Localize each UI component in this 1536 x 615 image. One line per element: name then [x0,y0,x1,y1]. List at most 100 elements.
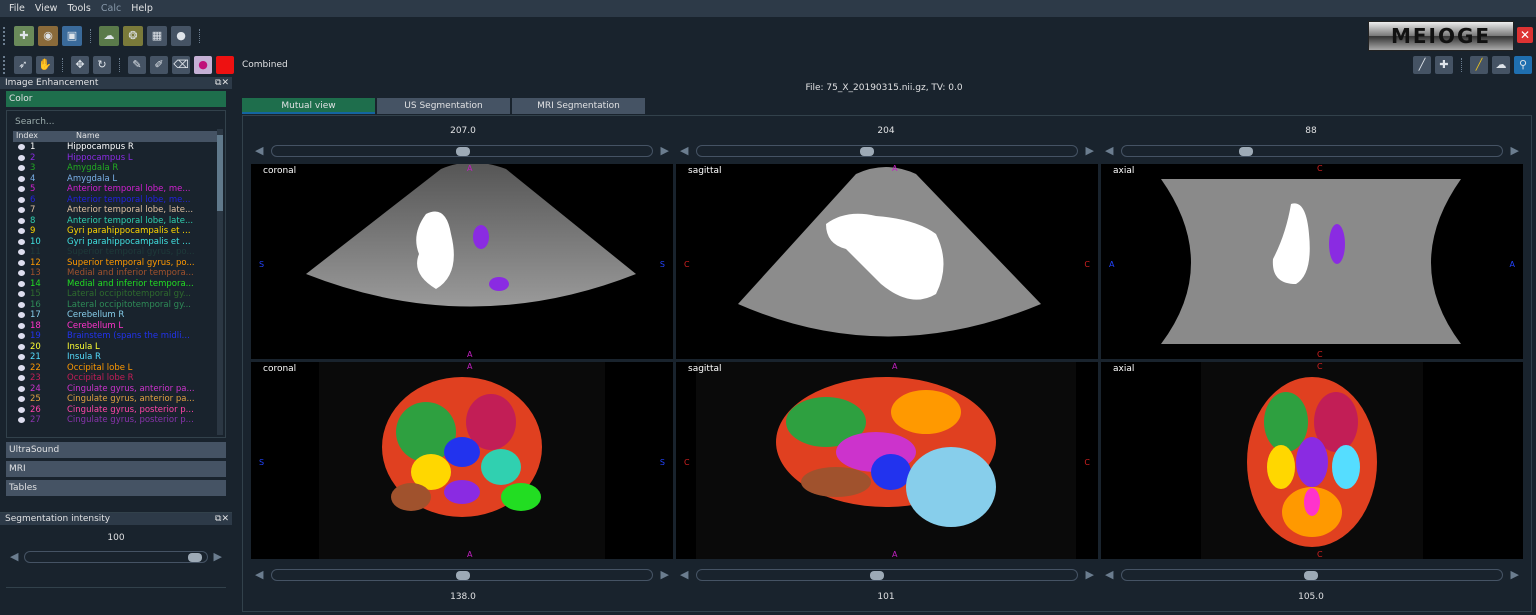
eye-icon[interactable] [18,228,25,235]
brain-3d-icon[interactable]: ☁ [99,25,119,46]
section-ultrasound[interactable]: UltraSound [6,442,226,458]
eye-icon[interactable] [18,343,25,350]
brain-color-icon[interactable]: ❂ [123,25,143,46]
eye-icon[interactable] [18,270,25,277]
arrow-right-icon[interactable]: ▶ [1086,568,1094,581]
eye-icon[interactable] [18,301,25,308]
arrow-right-icon[interactable]: ▶ [1511,144,1519,157]
line-icon[interactable]: ╱ [1413,55,1431,74]
arrow-right-icon[interactable]: ▶ [214,550,222,563]
tab-us-segmentation[interactable]: US Segmentation [377,98,510,114]
arrow-left-icon[interactable]: ◀ [255,144,263,157]
slider-knob[interactable] [1304,570,1319,580]
dock-controls-icon[interactable]: ⧉✕ [215,513,232,525]
eye-icon[interactable] [18,417,25,424]
list-item[interactable]: 16 Lateral occipitotemporal gy... [7,300,225,311]
eye-icon[interactable] [18,354,25,361]
list-item[interactable]: 17 Cerebellum R [7,310,225,321]
eye-icon[interactable] [18,333,25,340]
open-brain-icon[interactable]: ◉ [38,25,58,46]
slider-knob[interactable] [456,570,471,580]
slider-knob[interactable] [188,552,203,562]
ruler-icon[interactable]: ╱ [1470,55,1488,74]
col-name[interactable]: Name [73,131,100,142]
arrow-right-icon[interactable]: ▶ [1511,568,1519,581]
eye-icon[interactable] [18,249,25,256]
brain-gray-icon[interactable]: ▦ [147,25,167,46]
list-scrollbar[interactable] [217,129,223,435]
eraser-icon[interactable]: ⌫ [172,55,190,74]
arrow-right-icon[interactable]: ▶ [661,568,669,581]
circle-brush-icon[interactable]: ● [194,55,212,74]
list-item[interactable]: 20 Insula L [7,342,225,353]
pen-icon[interactable]: ✎ [128,55,146,74]
hand-icon[interactable]: ✋ [36,55,54,74]
list-item[interactable]: 22 Occipital lobe L [7,363,225,374]
brush-icon[interactable]: ✐ [150,55,168,74]
list-item[interactable]: 21 Insula R [7,352,225,363]
list-item[interactable]: 24 Cingulate gyrus, anterior pa... [7,384,225,395]
scrollbar-thumb[interactable] [217,135,223,211]
list-item[interactable]: 2 Hippocampus L [7,153,225,164]
us-axial-view[interactable]: axial C A A C [1101,164,1523,359]
slider-knob[interactable] [870,570,885,580]
slider-knob[interactable] [1239,146,1254,156]
eye-icon[interactable] [18,238,25,245]
list-item[interactable]: 9 Gyri parahippocampalis et a... [7,226,225,237]
coronal-bottom-slider[interactable] [271,568,653,581]
arrow-right-icon[interactable]: ▶ [661,144,669,157]
crosshair-icon[interactable]: ✚ [1435,55,1453,74]
us-sagittal-view[interactable]: sagittal A C C [676,164,1098,359]
sagittal-bottom-slider[interactable] [696,568,1078,581]
eye-icon[interactable] [18,217,25,224]
section-color[interactable]: Color [6,91,226,107]
eye-icon[interactable] [18,154,25,161]
save-icon[interactable]: ▣ [62,25,82,46]
list-item[interactable]: 25 Cingulate gyrus, anterior pa... [7,394,225,405]
arrow-left-icon[interactable]: ◀ [680,568,688,581]
list-item[interactable]: 19 Brainstem (spans the midline) [7,331,225,342]
list-item[interactable]: 6 Anterior temporal lobe, me... [7,195,225,206]
eye-icon[interactable] [18,259,25,266]
list-item[interactable]: 12 Superior temporal gyrus, po... [7,258,225,269]
section-mri[interactable]: MRI [6,461,226,477]
arrow-left-icon[interactable]: ◀ [1105,144,1113,157]
list-item[interactable]: 14 Medial and inferior tempora... [7,279,225,290]
menu-file[interactable]: File [4,3,30,14]
arrow-left-icon[interactable]: ◀ [255,568,263,581]
move-icon[interactable]: ✥ [71,55,89,74]
slider-knob[interactable] [860,146,875,156]
menu-view[interactable]: View [30,3,63,14]
eye-icon[interactable] [18,207,25,214]
eye-icon[interactable] [18,406,25,413]
rotate-icon[interactable]: ↻ [93,55,111,74]
tab-mutual-view[interactable]: Mutual view [242,98,375,114]
mri-axial-view[interactable]: axial C C [1101,362,1523,559]
mri-sagittal-view[interactable]: sagittal A C C A [676,362,1098,559]
arrow-right-icon[interactable]: ▶ [1086,144,1094,157]
list-item[interactable]: 27 Cingulate gyrus, posterior p... [7,415,225,426]
toolbar-grip[interactable] [3,55,9,74]
cloud-icon[interactable]: ☁ [1492,55,1510,74]
intensity-slider[interactable] [24,550,208,563]
tab-mri-segmentation[interactable]: MRI Segmentation [512,98,645,114]
eye-icon[interactable] [18,385,25,392]
us-coronal-view[interactable]: coronal A S S A [251,164,673,359]
coronal-top-slider[interactable] [271,144,653,157]
new-file-icon[interactable]: ✚ [14,25,34,46]
list-item[interactable]: 26 Cingulate gyrus, posterior p... [7,405,225,416]
list-item[interactable]: 3 Amygdala R [7,163,225,174]
axial-bottom-slider[interactable] [1121,568,1503,581]
eye-icon[interactable] [18,322,25,329]
eye-icon[interactable] [18,375,25,382]
eye-icon[interactable] [18,312,25,319]
mri-coronal-view[interactable]: coronal A S S A [251,362,673,559]
list-item[interactable]: 7 Anterior temporal lobe, late... [7,205,225,216]
list-item[interactable]: 8 Anterior temporal lobe, late... [7,216,225,227]
sagittal-top-slider[interactable] [696,144,1078,157]
eye-icon[interactable] [18,396,25,403]
arrow-left-icon[interactable]: ◀ [1105,568,1113,581]
list-item[interactable]: 1 Hippocampus R [7,142,225,153]
slider-knob[interactable] [456,146,471,156]
list-item[interactable]: 13 Medial and inferior tempora... [7,268,225,279]
